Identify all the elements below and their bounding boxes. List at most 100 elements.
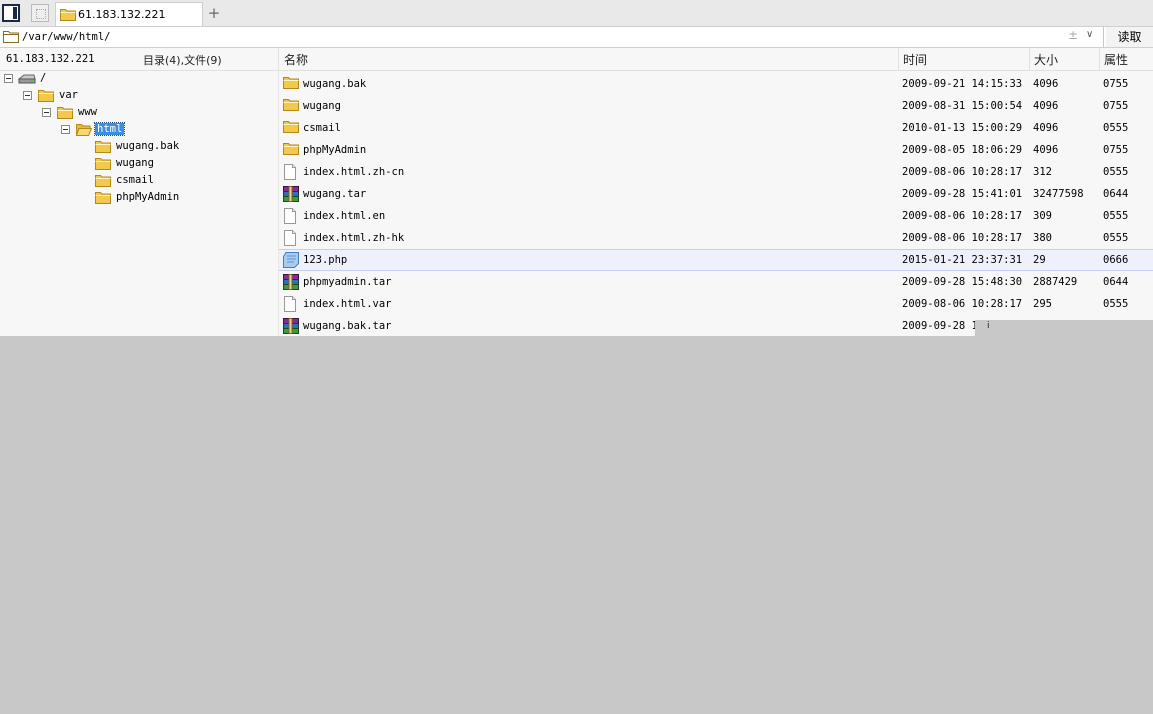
collapse-icon[interactable] [4,74,13,83]
document-icon [283,164,297,180]
document-icon [283,230,297,246]
path-input[interactable] [20,28,1069,45]
file-name: csmail [303,122,341,134]
file-size: 4096 [1033,100,1059,112]
file-name: index.html.zh-hk [303,232,405,244]
tree-label: csmail [116,174,154,186]
divider [1099,48,1100,70]
archive-icon [283,274,299,290]
tab-label: 61.183.132.221 [78,8,166,21]
tree-node-wugang-bak[interactable]: wugang.bak [0,139,278,155]
tab-bar: 61.183.132.221 + [0,0,1153,27]
collapse-icon[interactable] [42,108,51,117]
file-time: 2015-01-21 23:37:31 [902,254,1023,266]
tree-node-html[interactable]: html [0,122,278,138]
file-time: 2009-09-21 14:15:33 [902,78,1023,90]
occluding-overlay: i [975,320,1153,336]
folder-open-icon [76,123,92,136]
column-header-name[interactable]: 名称 [284,51,308,68]
drive-icon [18,73,36,85]
file-size: 29 [1033,254,1046,266]
tree-label: wugang [116,157,154,169]
panel-toggle-button[interactable] [2,4,20,22]
tree-node-root[interactable]: / [0,71,278,87]
file-name: wugang.tar [303,188,367,200]
collapse-icon[interactable] [61,125,70,134]
host-label: 61.183.132.221 [6,53,95,65]
file-row[interactable]: phpmyadmin.tar 2009-09-28 15:48:30 28874… [279,271,1153,293]
folder-icon [95,174,111,187]
file-size: 32477598 [1033,188,1084,200]
column-header-size[interactable]: 大小 [1034,51,1058,68]
tree-label: / [40,72,47,84]
file-row[interactable]: index.html.zh-hk 2009-08-06 10:28:17 380… [279,227,1153,249]
file-name: index.html.zh-cn [303,166,405,178]
file-size: 295 [1033,298,1052,310]
file-attr: 0755 [1103,144,1129,156]
file-time: 2009-08-06 10:28:17 [902,298,1023,310]
file-row[interactable]: wugang 2009-08-31 15:00:54 4096 0755 [279,95,1153,117]
tree-label: var [59,89,78,101]
file-attr: 0755 [1103,78,1129,90]
tree-label-selected: html [93,122,126,136]
file-name: wugang [303,100,341,112]
folder-icon [60,8,76,21]
file-size: 2887429 [1033,276,1078,288]
file-row[interactable]: index.html.zh-cn 2009-08-06 10:28:17 312… [279,161,1153,183]
file-size: 309 [1033,210,1052,222]
add-tab-button[interactable]: + [206,4,222,22]
file-attr: 0644 [1103,276,1129,288]
chevron-down-icon[interactable]: ∨ [1086,29,1093,40]
file-row[interactable]: wugang.bak 2009-09-21 14:15:33 4096 0755 [279,73,1153,95]
file-size: 380 [1033,232,1052,244]
file-time: 2009-08-06 10:28:17 [902,166,1023,178]
overlay-marker: i [987,321,990,331]
archive-icon [283,186,299,202]
file-name: index.html.en [303,210,386,222]
divider [1029,48,1030,70]
blank-tab-button[interactable] [31,4,49,22]
column-header-time[interactable]: 时间 [903,51,927,68]
directory-tree: / var www html wugang.bak wugang csmail … [0,71,278,336]
tree-node-var[interactable]: var [0,88,278,104]
folder-icon [283,142,299,155]
file-time: 2009-09-28 15:48:30 [902,276,1023,288]
read-button[interactable]: 读取 [1106,27,1153,47]
file-row[interactable]: index.html.en 2009-08-06 10:28:17 309 05… [279,205,1153,227]
folder-icon [283,76,299,89]
file-time: 2010-01-13 15:00:29 [902,122,1023,134]
tree-node-wugang[interactable]: wugang [0,156,278,172]
file-time: 2009-09-28 15:41:01 [902,188,1023,200]
file-time: 2009-08-31 15:00:54 [902,100,1023,112]
file-row[interactable]: phpMyAdmin 2009-08-05 18:06:29 4096 0755 [279,139,1153,161]
archive-icon [283,318,299,334]
tab-host[interactable]: 61.183.132.221 [55,2,203,26]
file-time: 2009-08-06 10:28:17 [902,232,1023,244]
folder-icon [3,30,19,43]
file-size: 4096 [1033,144,1059,156]
folder-icon [95,157,111,170]
document-icon [283,208,297,224]
tree-node-www[interactable]: www [0,105,278,121]
folder-icon [38,89,54,102]
collapse-icon[interactable] [23,91,32,100]
file-name: wugang.bak [303,78,367,90]
file-row-highlighted[interactable]: 123.php 2015-01-21 23:37:31 29 0666 [279,249,1153,271]
tree-node-csmail[interactable]: csmail [0,173,278,189]
tree-node-phpmyadmin[interactable]: phpMyAdmin [0,190,278,206]
divider [898,48,899,70]
file-attr: 0666 [1103,254,1129,266]
file-name: phpMyAdmin [303,144,367,156]
plus-minus-icon[interactable]: ± [1068,28,1078,42]
column-header-attr[interactable]: 属性 [1104,51,1128,68]
file-time: 2009-08-05 18:06:29 [902,144,1023,156]
file-row[interactable]: index.html.var 2009-08-06 10:28:17 295 0… [279,293,1153,315]
divider [1103,27,1104,47]
file-attr: 0555 [1103,166,1129,178]
file-size: 4096 [1033,122,1059,134]
file-row[interactable]: csmail 2010-01-13 15:00:29 4096 0555 [279,117,1153,139]
file-name: phpmyadmin.tar [303,276,392,288]
folder-icon [283,120,299,133]
file-attr: 0644 [1103,188,1129,200]
file-row[interactable]: wugang.tar 2009-09-28 15:41:01 32477598 … [279,183,1153,205]
